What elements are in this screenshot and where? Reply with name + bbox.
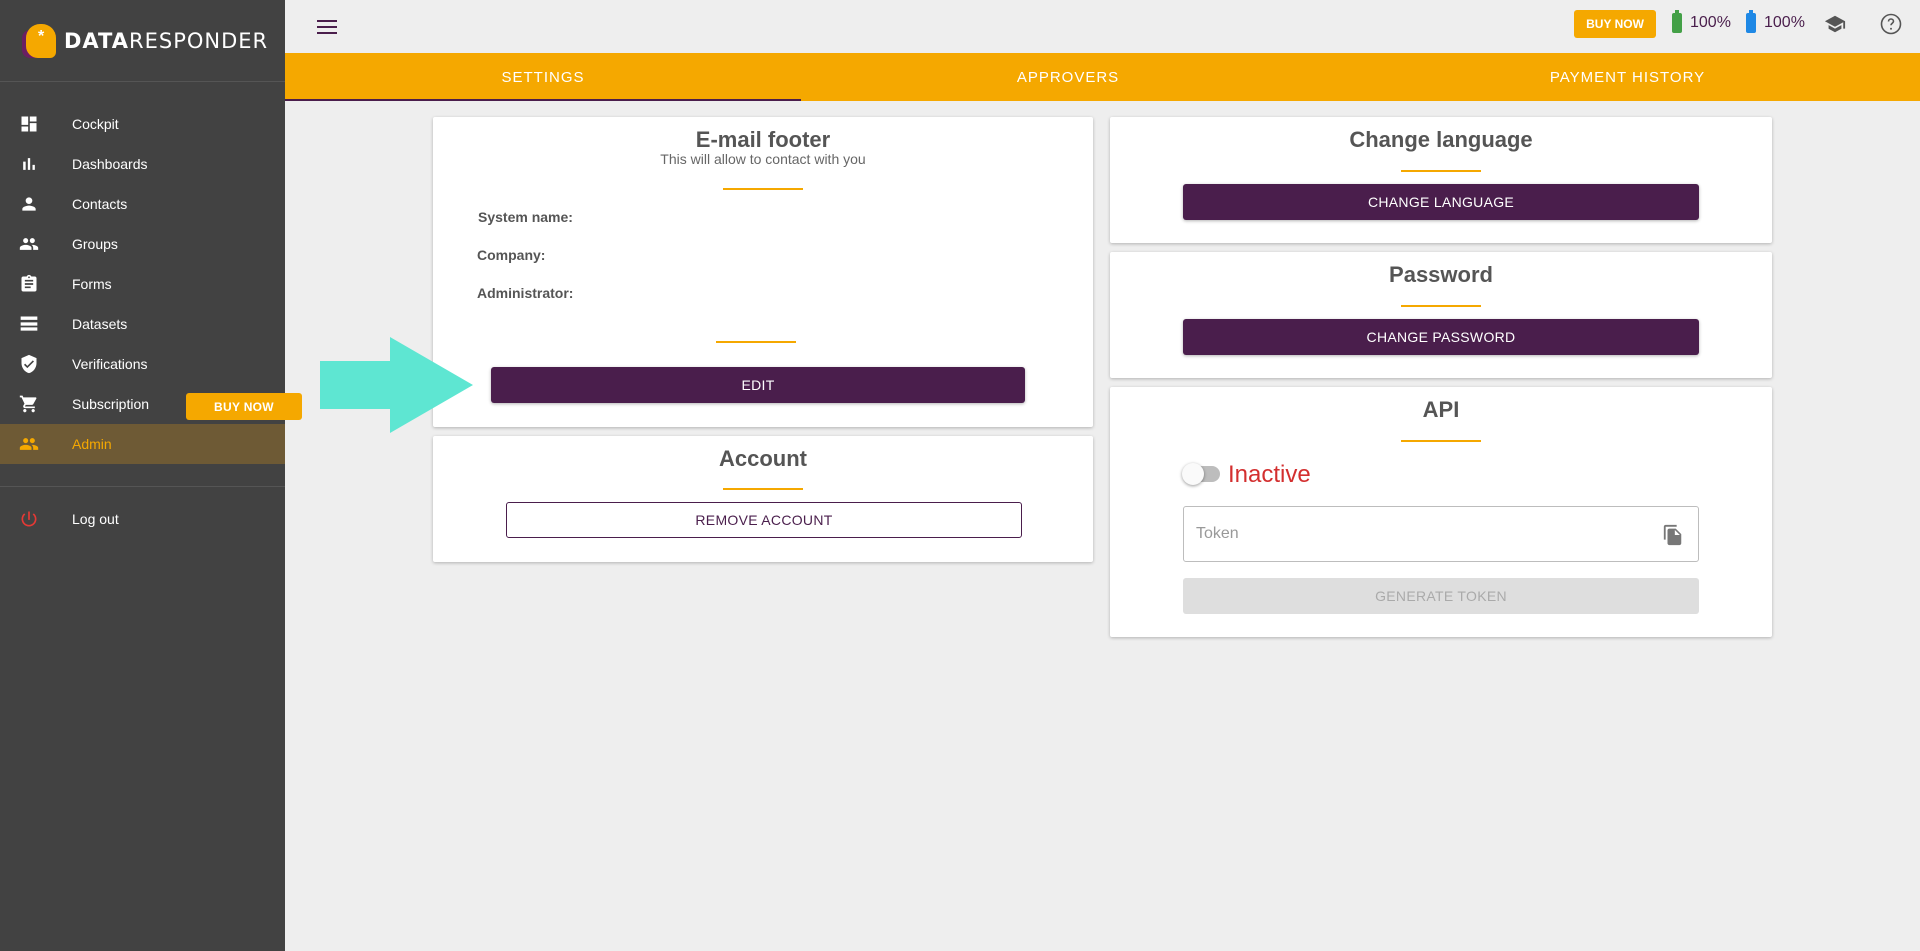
help-icon[interactable] — [1879, 12, 1903, 36]
people-icon — [18, 233, 40, 255]
battery-green-icon — [1672, 10, 1682, 33]
sidebar-item-label: Dashboards — [72, 156, 148, 172]
password-title: Password — [1389, 262, 1493, 287]
list-icon — [18, 313, 40, 335]
logo-text-light: RESPONDER — [129, 28, 269, 53]
sidebar: * DATARESPONDER Cockpit Dashboards Conta… — [0, 0, 302, 951]
remove-account-button[interactable]: REMOVE ACCOUNT — [506, 502, 1022, 538]
sidebar-item-label: Forms — [72, 276, 112, 292]
change-language-title: Change language — [1349, 127, 1533, 152]
shield-icon — [18, 353, 40, 375]
account-title: Account — [719, 446, 807, 471]
email-footer-title: E-mail footer — [695, 127, 831, 152]
sidebar-item-cockpit[interactable]: Cockpit — [0, 104, 285, 144]
sidebar-item-label: Admin — [72, 436, 112, 452]
generate-token-button[interactable]: GENERATE TOKEN — [1183, 578, 1699, 614]
change-language-button[interactable]: CHANGE LANGUAGE — [1183, 184, 1699, 220]
sidebar-item-logout[interactable]: Log out — [0, 499, 285, 539]
dashboard-icon — [18, 113, 40, 135]
sidebar-item-label: Groups — [72, 236, 118, 252]
logo-icon: * — [20, 22, 58, 60]
account-card: Account REMOVE ACCOUNT — [433, 436, 1093, 562]
tab-settings[interactable]: SETTINGS — [285, 53, 801, 101]
token-field[interactable] — [1183, 506, 1699, 562]
change-password-button[interactable]: CHANGE PASSWORD — [1183, 319, 1699, 355]
sidebar-item-dashboards[interactable]: Dashboards — [0, 144, 285, 184]
sidebar-item-label: Verifications — [72, 356, 148, 372]
menu-icon[interactable] — [317, 20, 337, 36]
sidebar-divider — [0, 486, 285, 487]
battery-blue-value: 100% — [1764, 14, 1805, 31]
tab-payment-history[interactable]: PAYMENT HISTORY — [1335, 53, 1920, 101]
accent-divider — [1401, 440, 1481, 442]
sidebar-item-admin[interactable]: Admin — [0, 424, 285, 464]
sidebar-item-label: Subscription — [72, 396, 150, 412]
person-icon — [18, 193, 40, 215]
email-footer-card: E-mail footer This will allow to contact… — [433, 117, 1093, 427]
sidebar-item-forms[interactable]: Forms — [0, 264, 285, 304]
battery-green-value: 100% — [1690, 14, 1731, 31]
top-buy-now-button[interactable]: BUY NOW — [1574, 10, 1656, 38]
email-footer-subtitle: This will allow to contact with you — [660, 151, 866, 167]
edit-button[interactable]: EDIT — [491, 367, 1025, 403]
sidebar-item-label: Datasets — [72, 316, 128, 332]
password-card: Password CHANGE PASSWORD — [1110, 252, 1772, 378]
clipboard-icon — [18, 273, 40, 295]
accent-divider — [723, 488, 803, 490]
sidebar-item-groups[interactable]: Groups — [0, 224, 285, 264]
administrator-label: Administrator: — [477, 285, 574, 301]
tab-approvers[interactable]: APPROVERS — [801, 53, 1335, 101]
api-status-label: Inactive — [1228, 461, 1311, 488]
logo-text-bold: DATA — [64, 28, 130, 53]
pointer-arrow-icon — [320, 337, 473, 433]
sidebar-item-datasets[interactable]: Datasets — [0, 304, 285, 344]
battery-blue-indicator: 100% — [1746, 10, 1805, 33]
change-language-card: Change language CHANGE LANGUAGE — [1110, 117, 1772, 243]
accent-divider — [1401, 170, 1481, 172]
sidebar-item-label: Cockpit — [72, 116, 119, 132]
graduation-cap-icon[interactable] — [1823, 12, 1847, 36]
company-label: Company: — [477, 247, 546, 263]
battery-green-indicator: 100% — [1672, 10, 1731, 33]
tab-bar: SETTINGS APPROVERS PAYMENT HISTORY — [285, 53, 1920, 101]
api-toggle[interactable] — [1182, 463, 1220, 485]
system-name-label: System name: — [478, 209, 573, 225]
api-card: API Inactive GENERATE TOKEN — [1110, 387, 1772, 637]
accent-divider — [716, 341, 796, 343]
token-input[interactable] — [1184, 507, 1698, 561]
toggle-knob — [1182, 463, 1204, 485]
sidebar-buy-now-button[interactable]: BUY NOW — [186, 393, 302, 420]
logout-label: Log out — [72, 511, 119, 527]
app-logo[interactable]: * DATARESPONDER — [0, 0, 285, 82]
cart-icon — [18, 393, 40, 415]
power-icon — [18, 508, 40, 530]
battery-blue-icon — [1746, 10, 1756, 33]
api-title: API — [1422, 397, 1460, 422]
sidebar-item-contacts[interactable]: Contacts — [0, 184, 285, 224]
top-bar: BUY NOW 100% 100% — [285, 0, 1920, 53]
bar-chart-icon — [18, 153, 40, 175]
accent-divider — [1401, 305, 1481, 307]
copy-icon[interactable] — [1662, 523, 1684, 547]
admin-people-icon — [18, 433, 40, 455]
sidebar-item-verifications[interactable]: Verifications — [0, 344, 285, 384]
sidebar-item-label: Contacts — [72, 196, 128, 212]
accent-divider — [723, 188, 803, 190]
